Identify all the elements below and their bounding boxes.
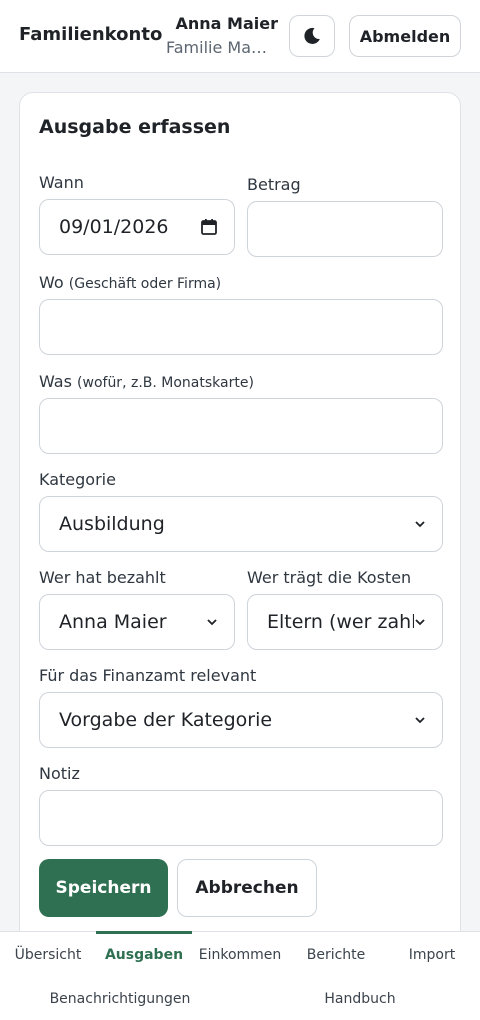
- nav-item-berichte[interactable]: Berichte: [307, 947, 366, 963]
- where-hint: (Geschäft oder Firma): [68, 276, 222, 292]
- user-name: Anna Maier: [175, 14, 278, 33]
- expense-form-card: Ausgabe erfassen Wann 09/01/2026 Betrag …: [19, 92, 461, 952]
- nav-item-benachrichtigungen[interactable]: Benachrichtigungen: [50, 991, 191, 1007]
- category-label: Kategorie: [39, 470, 116, 489]
- what-label-text: Was: [39, 372, 72, 391]
- active-tab-indicator: [96, 931, 192, 934]
- bearer-value: Eltern (wer zahlt): [267, 611, 414, 633]
- nav-item-ausgaben[interactable]: Ausgaben: [105, 947, 183, 963]
- form-title: Ausgabe erfassen: [39, 116, 231, 138]
- what-input[interactable]: [39, 398, 443, 454]
- category-select[interactable]: Ausbildung: [39, 496, 443, 552]
- moon-icon: [304, 27, 320, 44]
- top-header: Familienkonto Anna Maier Familie Maier A…: [0, 0, 480, 73]
- tax-label: Für das Finanzamt relevant: [39, 666, 257, 685]
- where-input[interactable]: [39, 299, 443, 355]
- payer-value: Anna Maier: [59, 611, 167, 633]
- chevron-down-icon: [415, 521, 425, 528]
- category-value: Ausbildung: [59, 513, 165, 535]
- tax-select[interactable]: Vorgabe der Kategorie: [39, 692, 443, 748]
- amount-input[interactable]: [247, 201, 443, 257]
- bottom-navigation: Übersicht Ausgaben Einkommen Berichte Im…: [0, 931, 480, 1020]
- chevron-down-icon: [207, 619, 217, 626]
- payer-select[interactable]: Anna Maier: [39, 594, 235, 650]
- nav-item-einkommen[interactable]: Einkommen: [199, 947, 282, 963]
- calendar-icon[interactable]: [200, 218, 218, 236]
- logout-button[interactable]: Abmelden: [349, 15, 461, 57]
- chevron-down-icon: [415, 717, 425, 724]
- chevron-down-icon: [415, 619, 425, 626]
- user-family: Familie Maier: [166, 38, 270, 57]
- when-label: Wann: [39, 173, 84, 192]
- nav-item-import[interactable]: Import: [409, 947, 455, 963]
- date-value: 09/01/2026: [59, 216, 169, 238]
- where-label-text: Wo: [39, 273, 64, 292]
- what-label: Was (wofür, z.B. Monatskarte): [39, 372, 254, 391]
- app-brand[interactable]: Familienkonto: [19, 24, 162, 45]
- tax-value: Vorgabe der Kategorie: [59, 709, 273, 731]
- bearer-select[interactable]: Eltern (wer zahlt): [247, 594, 443, 650]
- note-input[interactable]: [39, 790, 443, 846]
- date-input[interactable]: 09/01/2026: [39, 199, 235, 255]
- note-label: Notiz: [39, 764, 80, 783]
- where-label: Wo (Geschäft oder Firma): [39, 273, 221, 292]
- save-button[interactable]: Speichern: [39, 859, 168, 917]
- nav-item-handbuch[interactable]: Handbuch: [324, 991, 395, 1007]
- cancel-button[interactable]: Abbrechen: [177, 859, 317, 917]
- what-hint: (wofür, z.B. Monatskarte): [77, 375, 254, 391]
- nav-item-uebersicht[interactable]: Übersicht: [15, 947, 82, 963]
- amount-label: Betrag: [247, 175, 301, 194]
- bearer-label: Wer trägt die Kosten: [247, 568, 412, 587]
- payer-label: Wer hat bezahlt: [39, 568, 166, 587]
- user-info: Anna Maier Familie Maier: [166, 14, 278, 58]
- theme-toggle-button[interactable]: [289, 15, 335, 57]
